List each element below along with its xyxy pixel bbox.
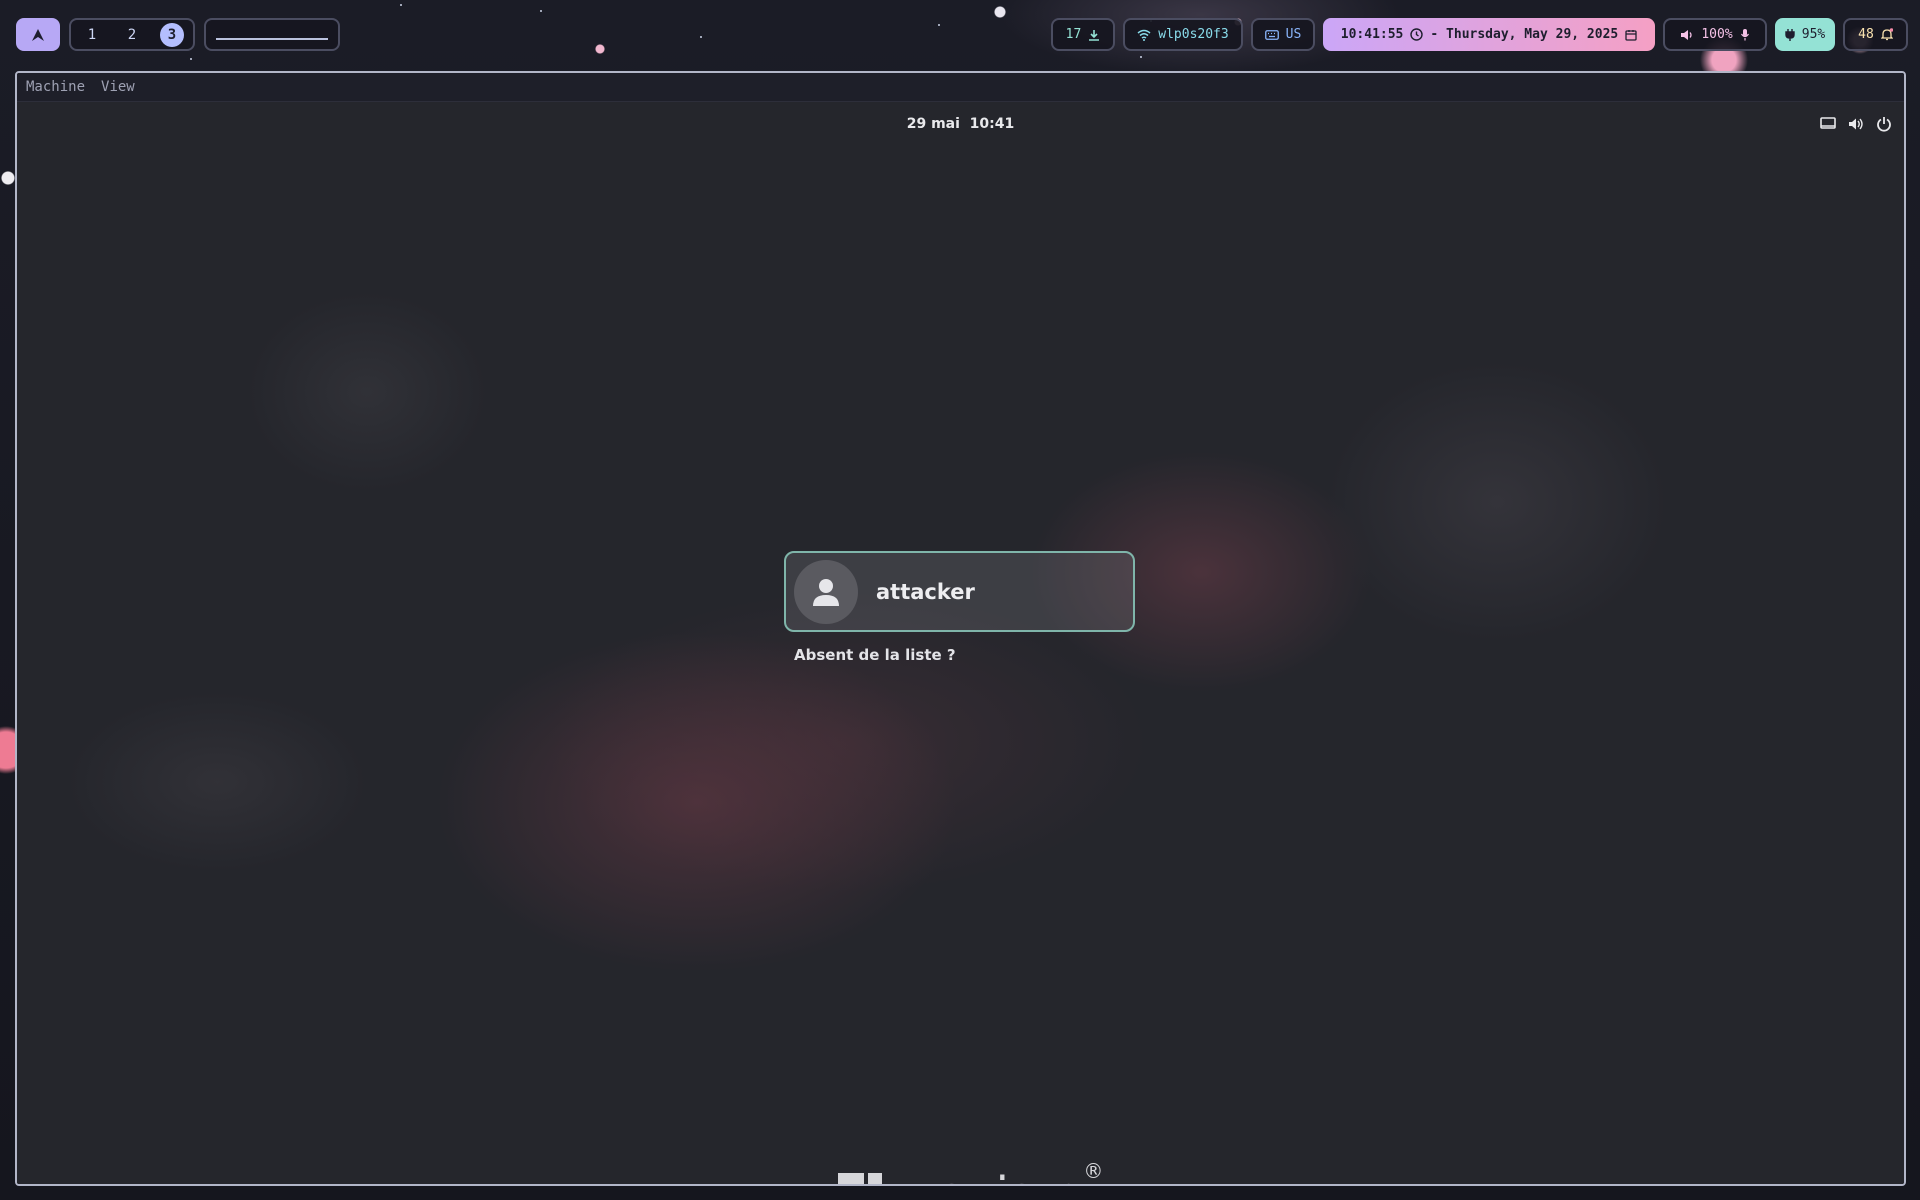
window-title-placeholder xyxy=(216,30,328,40)
clock-icon xyxy=(1410,28,1424,41)
top-bar: 1 2 3 17 wlp0s20f3 US 10:41:55 - Thursda… xyxy=(0,0,1920,70)
wifi-icon xyxy=(1137,29,1151,41)
login-clock[interactable]: 29 mai 10:41 xyxy=(17,116,1904,132)
volume-icon xyxy=(1680,29,1694,41)
wifi-interface-name: wlp0s20f3 xyxy=(1158,27,1229,42)
menu-view[interactable]: View xyxy=(101,79,135,95)
volume-widget[interactable]: 100% xyxy=(1663,18,1767,51)
workspace-switcher: 1 2 3 xyxy=(69,18,195,51)
bell-icon xyxy=(1880,28,1893,41)
updates-count: 17 xyxy=(1065,27,1082,42)
clock-time: 10:41:55 xyxy=(1340,27,1404,42)
user-list-item[interactable]: attacker xyxy=(784,551,1135,632)
clock-date: - Thursday, May 29, 2025 xyxy=(1430,27,1619,42)
keyboard-icon xyxy=(1264,29,1279,40)
vm-menubar: Machine View xyxy=(17,73,1904,102)
volume-level: 100% xyxy=(1701,27,1733,42)
workspace-1[interactable]: 1 xyxy=(80,23,104,47)
notifications-widget[interactable]: 48 xyxy=(1843,18,1908,51)
clock-widget[interactable]: 10:41:55 - Thursday, May 29, 2025 xyxy=(1323,18,1655,51)
manjaro-logo-icon xyxy=(838,1173,882,1184)
network-widget[interactable]: wlp0s20f3 xyxy=(1123,18,1243,51)
calendar-icon xyxy=(1625,29,1637,41)
user-avatar-icon xyxy=(794,559,858,624)
battery-level: 95% xyxy=(1801,27,1826,42)
distro-branding: manjaro® xyxy=(838,1159,1103,1184)
battery-widget[interactable]: 95% xyxy=(1775,18,1835,51)
notification-count: 48 xyxy=(1858,27,1874,42)
mic-icon xyxy=(1740,28,1750,41)
window-title-widget xyxy=(204,18,340,51)
login-screen: 29 mai 10:41 attacker Absent de la liste… xyxy=(17,102,1904,1184)
download-icon xyxy=(1088,29,1100,41)
plug-icon xyxy=(1785,28,1795,41)
keyboard-layout-widget[interactable]: US xyxy=(1251,18,1315,51)
workspace-2[interactable]: 2 xyxy=(120,23,144,47)
updates-widget[interactable]: 17 xyxy=(1051,18,1115,51)
menu-machine[interactable]: Machine xyxy=(26,79,85,95)
keyboard-layout-label: US xyxy=(1285,27,1302,42)
brand-wordmark: manjaro® xyxy=(892,1159,1103,1184)
system-status-area[interactable] xyxy=(1820,116,1892,132)
not-listed-link[interactable]: Absent de la liste ? xyxy=(794,646,956,664)
power-icon xyxy=(1876,116,1892,132)
registered-mark: ® xyxy=(1083,1159,1103,1183)
vm-window: Machine View 29 mai 10:41 attacker Absen… xyxy=(15,71,1906,1186)
user-name: attacker xyxy=(876,579,975,604)
brand-name: manjaro xyxy=(892,1167,1083,1184)
launcher-button[interactable] xyxy=(16,18,60,51)
arch-launcher-icon xyxy=(31,28,45,42)
display-icon xyxy=(1820,116,1836,132)
workspace-3-active[interactable]: 3 xyxy=(160,22,184,47)
volume-icon xyxy=(1848,116,1864,132)
